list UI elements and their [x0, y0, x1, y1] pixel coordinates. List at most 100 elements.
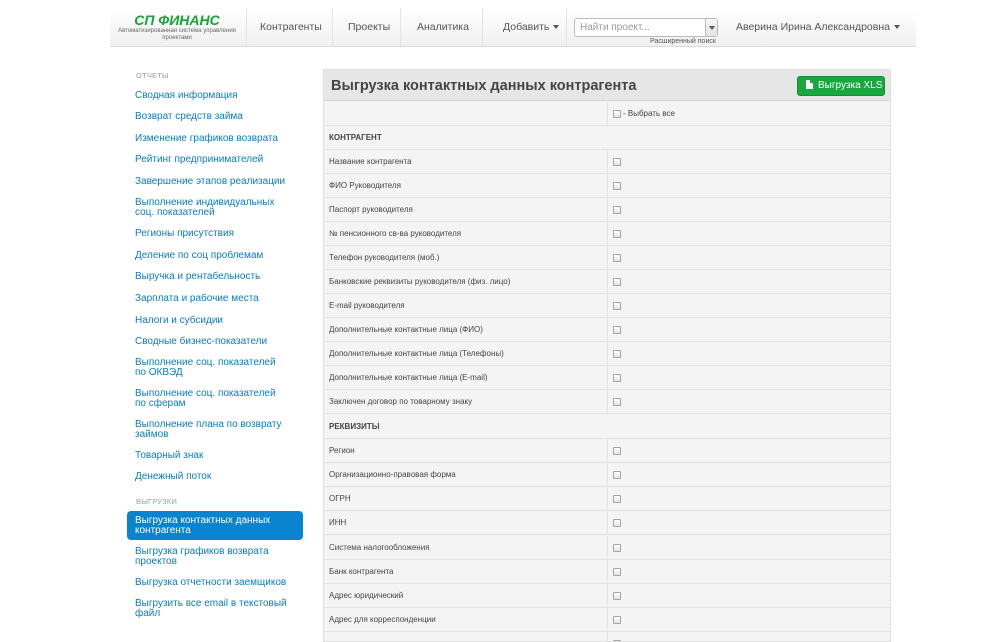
field-row: Адрес юридический	[324, 584, 890, 608]
top-navbar: СП ФИНАНС Автоматизированная система упр…	[110, 8, 916, 47]
sidebar-item-export-reports[interactable]: Выгрузка отчетности заемщиков	[127, 578, 303, 588]
brand-logo[interactable]: СП ФИНАНС Автоматизированная система упр…	[118, 13, 236, 42]
column-divider	[607, 632, 608, 641]
field-checkbox[interactable]	[613, 544, 621, 552]
project-search	[574, 18, 718, 37]
nav-divider	[566, 8, 567, 47]
field-label: Банковские реквизиты руководителя (физ. …	[329, 277, 511, 286]
sidebar-item-revenue[interactable]: Выручка и рентабельность	[127, 272, 303, 282]
sidebar-item-okved[interactable]: Выполнение соц. показателей по ОКВЭД	[127, 358, 303, 378]
field-label: Регион	[329, 446, 355, 455]
sidebar-item-loan-return[interactable]: Возврат средств займа	[127, 112, 303, 122]
sidebar-item-return-plan[interactable]: Выполнение плана по возврату займов	[127, 420, 303, 440]
field-row: Паспорт руководителя	[324, 198, 890, 222]
user-menu[interactable]: Аверина Ирина Александровна	[736, 8, 900, 47]
search-dropdown-button[interactable]	[705, 19, 717, 36]
field-row: Название контрагента	[324, 150, 890, 174]
field-label: Паспорт руководителя	[329, 205, 413, 214]
sidebar-item-export-schedules[interactable]: Выгрузка графиков возврата проектов	[127, 547, 303, 567]
column-divider	[607, 560, 608, 584]
sidebar-item-business-summary[interactable]: Сводные бизнес-показатели	[127, 337, 303, 347]
field-row: Заключен договор по товарному знаку	[324, 390, 890, 414]
field-label: Название контрагента	[329, 157, 412, 166]
field-row: Организационно-правовая форма	[324, 463, 890, 487]
field-row: ОГРН	[324, 487, 890, 511]
sidebar-item-schedule-changes[interactable]: Изменение графиков возврата	[127, 134, 303, 144]
field-row: Система налогообложения	[324, 536, 890, 560]
field-checkbox[interactable]	[613, 471, 621, 479]
field-checkbox[interactable]	[613, 519, 621, 527]
sidebar-item-export-emails[interactable]: Выгрузить все email в текстовый файл	[127, 599, 303, 619]
field-checkbox[interactable]	[613, 374, 621, 382]
add-label: Добавить	[503, 21, 550, 33]
field-label: Заключен договор по товарному знаку	[329, 397, 473, 406]
sidebar-item-rating[interactable]: Рейтинг предпринимателей	[127, 155, 303, 165]
chevron-down-icon	[709, 26, 715, 30]
sidebar-item-export-contacts[interactable]: Выгрузка контактных данных контрагента	[127, 511, 303, 540]
field-checkbox[interactable]	[613, 447, 621, 455]
column-divider	[607, 487, 608, 511]
field-checkbox[interactable]	[613, 568, 621, 576]
field-label: ИНН	[329, 518, 347, 527]
column-divider	[607, 439, 608, 463]
sidebar-item-taxes[interactable]: Налоги и субсидии	[127, 316, 303, 326]
field-checkbox[interactable]	[613, 398, 621, 406]
field-checkbox[interactable]	[613, 254, 621, 262]
field-row: Телефон руководителя (моб.)	[324, 246, 890, 270]
section-row-requisites: РЕКВИЗИТЫ	[324, 415, 890, 439]
field-checkbox[interactable]	[613, 182, 621, 190]
advanced-search-link[interactable]: Расширенный поиск	[650, 38, 716, 45]
field-row: Регион	[324, 439, 890, 463]
field-checkbox[interactable]	[613, 326, 621, 334]
column-divider	[607, 390, 608, 414]
sidebar-item-salary[interactable]: Зарплата и рабочие места	[127, 294, 303, 304]
field-checkbox[interactable]	[613, 350, 621, 358]
caret-down-icon	[553, 25, 560, 30]
sidebar-item-spheres[interactable]: Выполнение соц. показателей по сферам	[127, 389, 303, 409]
field-row: Банковские реквизиты руководителя (физ. …	[324, 270, 890, 294]
nav-divider	[332, 8, 333, 47]
sidebar-item-summary[interactable]: Сводная информация	[127, 91, 303, 101]
sidebar-item-cash-flow[interactable]: Денежный поток	[127, 472, 303, 482]
sidebar-item-trademark[interactable]: Товарный знак	[127, 451, 303, 461]
column-divider	[607, 222, 608, 246]
sidebar-item-social-problems[interactable]: Деление по соц проблемам	[127, 251, 303, 261]
field-checkbox[interactable]	[613, 616, 621, 624]
field-checkbox[interactable]	[613, 206, 621, 214]
section-row-counterparty: КОНТРАГЕНТ	[324, 126, 890, 150]
user-name: Аверина Ирина Александровна	[736, 21, 890, 33]
field-row: Дополнительные контактные лица (E-mail)	[324, 366, 890, 390]
add-dropdown[interactable]: Добавить	[503, 8, 560, 47]
file-icon	[806, 80, 813, 89]
field-row: Дополнительные контактные лица (Телефоны…	[324, 342, 890, 366]
field-checkbox[interactable]	[613, 158, 621, 166]
panel-header: Выгрузка контактных данных контрагента В…	[324, 70, 890, 101]
column-divider	[607, 366, 608, 390]
field-label: Система налогообложения	[329, 543, 430, 552]
search-input[interactable]	[575, 19, 705, 36]
sidebar-item-stages[interactable]: Завершение этапов реализации	[127, 177, 303, 187]
field-label: № пенсионного св-ва руководителя	[329, 229, 462, 238]
field-label: Адрес для корреспонденции	[329, 615, 436, 624]
select-all-checkbox[interactable]	[613, 110, 621, 118]
field-checkbox[interactable]	[613, 495, 621, 503]
field-label: ОГРН	[329, 494, 351, 503]
field-label: Дополнительные контактные лица (Телефоны…	[329, 349, 504, 358]
field-label: Адрес юридический	[329, 591, 404, 600]
nav-divider	[246, 8, 247, 47]
field-checkbox[interactable]	[613, 302, 621, 310]
nav-divider	[482, 8, 483, 47]
nav-link-projects[interactable]: Проекты	[348, 8, 390, 47]
export-xls-button[interactable]: Выгрузка XLS	[797, 76, 885, 96]
nav-link-analytics[interactable]: Аналитика	[417, 8, 469, 47]
nav-link-counterparties[interactable]: Контрагенты	[260, 8, 322, 47]
sidebar-item-regions[interactable]: Регионы присутствия	[127, 229, 303, 239]
field-checkbox[interactable]	[613, 278, 621, 286]
field-checkbox[interactable]	[613, 592, 621, 600]
field-row: Адрес для корреспонденции	[324, 608, 890, 632]
select-all-row: - Выбрать все	[324, 102, 890, 126]
export-panel: Выгрузка контактных данных контрагента В…	[323, 69, 891, 642]
sidebar-item-individual-social[interactable]: Выполнение индивидуальных соц. показател…	[127, 198, 303, 218]
field-checkbox[interactable]	[613, 230, 621, 238]
column-divider	[607, 198, 608, 222]
